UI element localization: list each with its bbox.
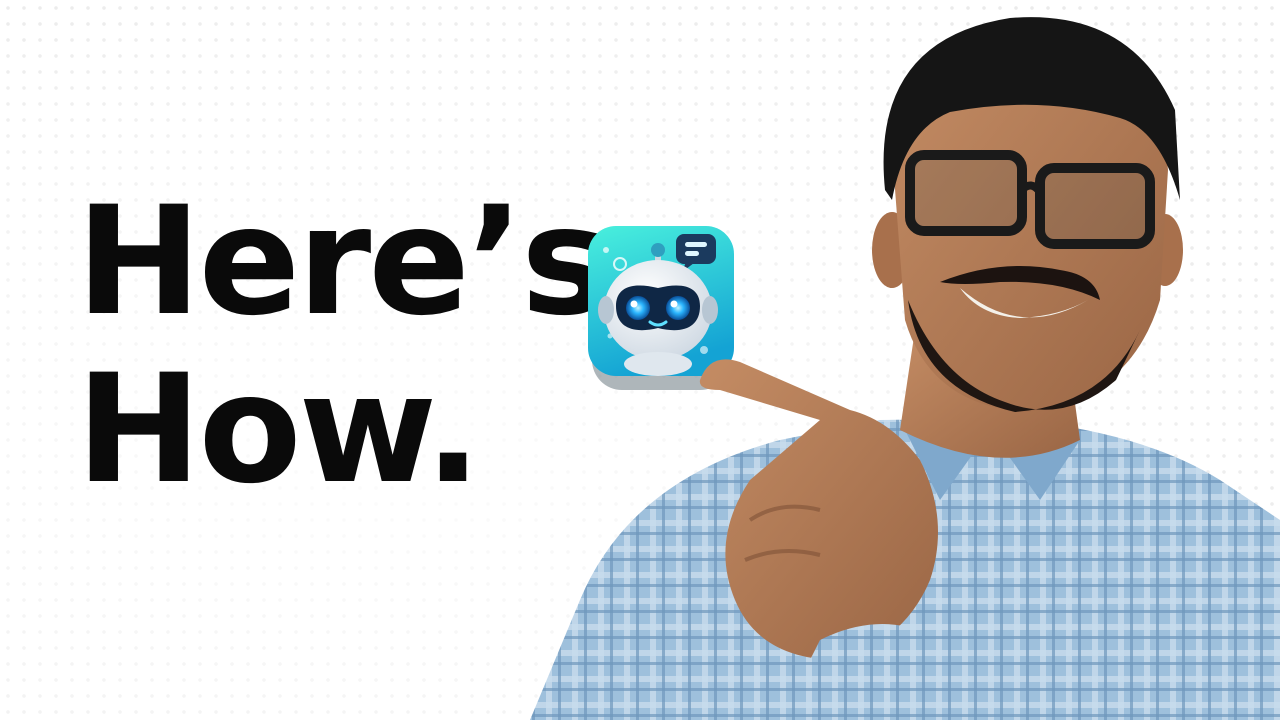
person-pointing-illustration (530, 17, 1280, 720)
